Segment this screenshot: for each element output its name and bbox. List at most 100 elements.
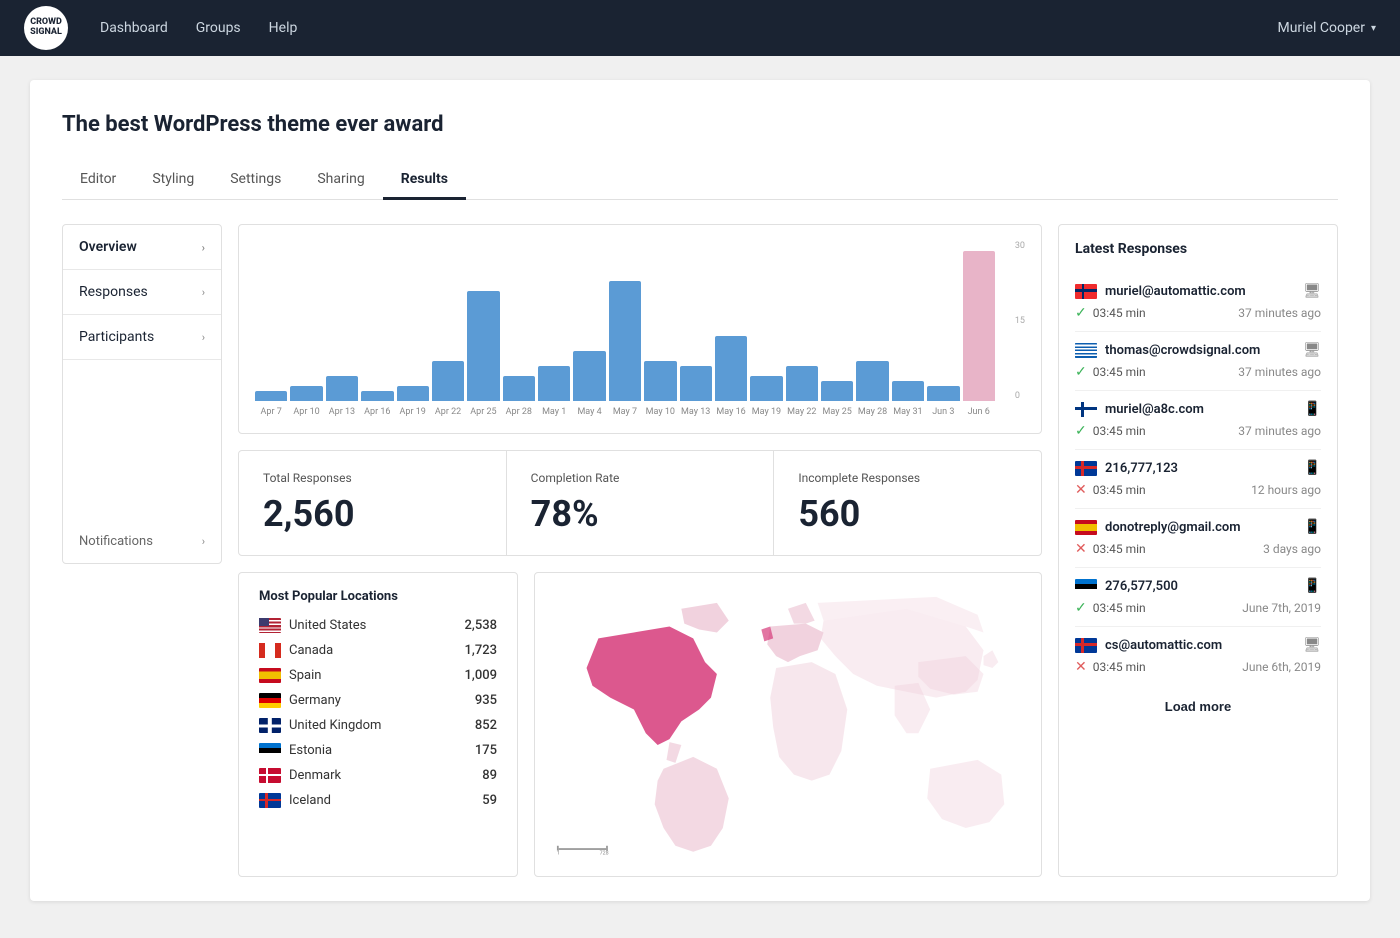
bar-fill-15 [786,366,818,401]
location-count-1: 1,723 [465,643,497,658]
bar-fill-9 [573,351,605,401]
bar-label-10: May 7 [609,407,641,417]
response-item-5: 276,577,500📱✓03:45 minJune 7th, 2019 [1075,568,1321,627]
location-row-1: Canada1,723 [259,643,497,658]
bar-label-20: Jun 6 [963,407,995,417]
response-flag-3 [1075,461,1097,476]
response-device-icon-4: 📱 [1304,519,1321,535]
stat-completion: Completion Rate 78% [507,451,775,555]
response-header-1: thomas@crowdsignal.com🖥 [1075,342,1321,358]
response-header-5: 276,577,500📱 [1075,578,1321,594]
response-flag-0 [1075,284,1097,299]
location-row-0: United States2,538 [259,618,497,633]
sidebar-item-responses[interactable]: Responses › [63,270,221,315]
location-row-6: Denmark89 [259,768,497,783]
bar-9 [573,241,605,401]
user-menu[interactable]: Muriel Cooper ▾ [1277,20,1376,36]
y-label-30: 30 [1015,241,1025,251]
bar-label-6: Apr 25 [467,407,499,417]
flag-ee [259,743,281,758]
y-label-15: 15 [1015,316,1025,326]
response-time-3: 03:45 min [1093,483,1146,497]
bar-10 [609,241,641,401]
location-count-4: 852 [475,718,497,733]
location-row-2: Spain1,009 [259,668,497,683]
response-device-icon-6: 🖥 [1303,637,1321,653]
locations-title: Most Popular Locations [259,589,497,604]
response-status-1: ✓ [1075,364,1087,380]
sidebar-label-notifications: Notifications [79,534,153,549]
bar-fill-8 [538,366,570,401]
bar-17 [856,241,888,401]
location-count-0: 2,538 [465,618,497,633]
response-flag-5 [1075,579,1097,594]
response-device-icon-3: 📱 [1304,460,1321,476]
y-axis: 30 15 0 [1015,241,1025,401]
bar-fill-3 [361,391,393,401]
location-name-4: United Kingdom [289,718,467,733]
response-email-2: muriel@a8c.com [1105,402,1296,417]
tab-settings[interactable]: Settings [212,161,299,200]
svg-text:728: 728 [600,851,609,857]
tab-results[interactable]: Results [383,161,466,200]
response-status-4: ✕ [1075,541,1087,557]
logo[interactable]: CROWD SIGNAL [24,6,68,50]
location-count-7: 59 [482,793,497,808]
response-item-0: muriel@automattic.com🖥✓03:45 min37 minut… [1075,273,1321,332]
nav-help[interactable]: Help [269,20,298,36]
content-grid: Overview › Responses › Participants › No… [62,224,1338,877]
sidebar-item-overview[interactable]: Overview › [63,225,221,270]
location-name-2: Spain [289,668,457,683]
main-content: Apr 7Apr 10Apr 13Apr 16Apr 19Apr 22Apr 2… [238,224,1042,877]
bar-19 [927,241,959,401]
response-flag-1 [1075,343,1097,358]
tab-styling[interactable]: Styling [134,161,212,200]
bar-label-0: Apr 7 [255,407,287,417]
response-status-0: ✓ [1075,305,1087,321]
bar-4 [397,241,429,401]
location-count-3: 935 [475,693,497,708]
nav-groups[interactable]: Groups [196,20,241,36]
nav-dashboard[interactable]: Dashboard [100,20,168,36]
sidebar-item-participants[interactable]: Participants › [63,315,221,360]
flag-us [259,618,281,633]
bar-label-8: May 1 [538,407,570,417]
bar-fill-5 [432,361,464,401]
bar-fill-18 [892,381,924,401]
nav-links: Dashboard Groups Help [100,20,1245,36]
sidebar-item-notifications[interactable]: Notifications › [63,520,221,563]
bar-fill-10 [609,281,641,401]
location-name-7: Iceland [289,793,474,808]
load-more-button[interactable]: Load more [1165,699,1231,714]
bar-13 [715,241,747,401]
bar-label-19: Jun 3 [927,407,959,417]
response-ago-4: 3 days ago [1263,542,1321,556]
chevron-right-icon: › [202,286,205,299]
stat-completion-value: 78% [531,493,750,535]
bar-label-1: Apr 10 [290,407,322,417]
bar-label-2: Apr 13 [326,407,358,417]
sidebar-label-participants: Participants [79,329,154,345]
response-item-3: 216,777,123📱✕03:45 min12 hours ago [1075,450,1321,509]
bar-6 [467,241,499,401]
response-item-4: donotreply@gmail.com📱✕03:45 min3 days ag… [1075,509,1321,568]
tab-sharing[interactable]: Sharing [299,161,382,200]
bar-chart-labels: Apr 7Apr 10Apr 13Apr 16Apr 19Apr 22Apr 2… [255,407,995,417]
tab-editor[interactable]: Editor [62,161,134,200]
bar-18 [892,241,924,401]
navbar: CROWD SIGNAL Dashboard Groups Help Murie… [0,0,1400,56]
response-meta-1: ✓03:45 min37 minutes ago [1075,364,1321,380]
bar-label-16: May 25 [821,407,853,417]
response-time-1: 03:45 min [1093,365,1146,379]
bar-fill-13 [715,336,747,401]
response-ago-6: June 6th, 2019 [1242,660,1321,674]
response-header-0: muriel@automattic.com🖥 [1075,283,1321,299]
bar-2 [326,241,358,401]
bar-label-3: Apr 16 [361,407,393,417]
locations-list: United States2,538Canada1,723Spain1,009G… [259,618,497,808]
bar-fill-4 [397,386,429,401]
flag-gb [259,718,281,733]
bar-5 [432,241,464,401]
bar-label-9: May 4 [573,407,605,417]
responses-panel: Latest Responses muriel@automattic.com🖥✓… [1058,224,1338,877]
